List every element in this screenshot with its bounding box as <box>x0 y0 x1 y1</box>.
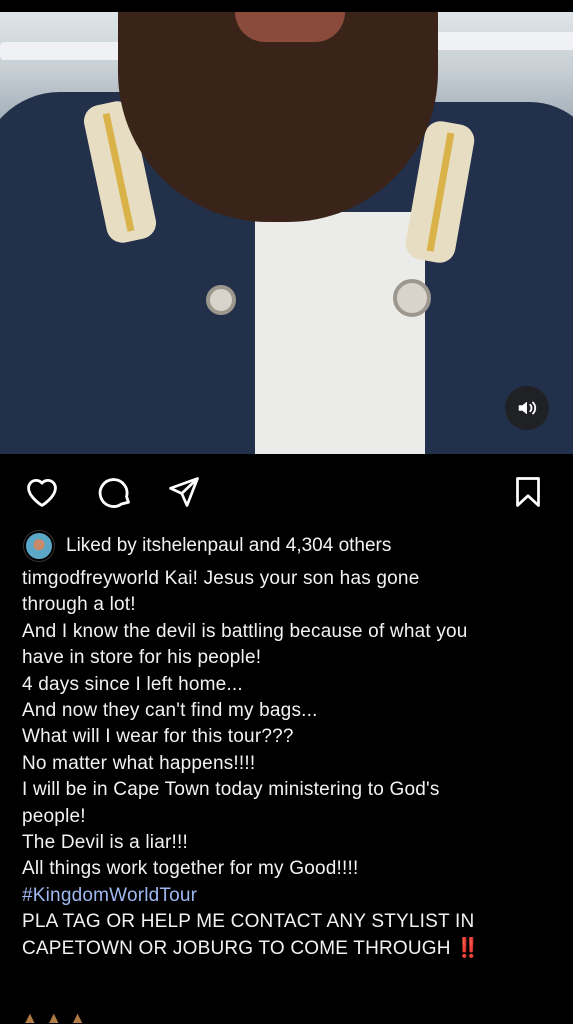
caption-line: PLA TAG OR HELP ME CONTACT ANY STYLIST I… <box>22 911 475 933</box>
sound-toggle-button[interactable] <box>505 386 549 430</box>
likes-prefix: Liked by <box>66 535 137 556</box>
bookmark-icon <box>516 477 540 507</box>
liker-username[interactable]: itshelenpaul <box>142 535 243 556</box>
likes-conjunction: and <box>248 535 281 556</box>
caption-line: through a lot! <box>22 594 136 616</box>
caption-line: people! <box>22 805 86 827</box>
double-exclamation-icon: ‼️ <box>456 937 481 959</box>
caption-text: Kai! Jesus your son has gone <box>164 568 420 589</box>
caption-text: CAPETOWN OR JOBURG TO COME THROUGH <box>22 937 451 959</box>
caption-line: What will I wear for this tour??? <box>22 726 294 748</box>
folded-hands-emoji: ▲▲▲ <box>22 1010 94 1024</box>
post-caption: timgodfreyworld Kai! Jesus your son has … <box>22 566 562 962</box>
save-button[interactable] <box>508 472 548 512</box>
caption-line: timgodfreyworld Kai! Jesus your son has … <box>22 566 562 592</box>
likes-summary[interactable]: Liked by itshelenpaul and 4,304 others <box>23 528 391 564</box>
likes-count[interactable]: 4,304 others <box>286 535 392 556</box>
like-button[interactable] <box>22 472 62 512</box>
shirt <box>255 212 425 454</box>
caption-line: I will be in Cape Town today ministering… <box>22 779 440 801</box>
caption-username[interactable]: timgodfreyworld <box>22 568 159 589</box>
post-video[interactable] <box>0 12 573 454</box>
caption-line: No matter what happens!!!! <box>22 752 256 774</box>
comment-button[interactable] <box>95 472 135 512</box>
caption-line: The Devil is a liar!!! <box>22 832 188 854</box>
caption-line: 4 days since I left home... <box>22 673 243 695</box>
liker-avatar[interactable] <box>23 530 55 562</box>
caption-line: CAPETOWN OR JOBURG TO COME THROUGH ‼️ <box>22 936 562 962</box>
send-icon <box>169 477 199 507</box>
hashtag-link[interactable]: #KingdomWorldTour <box>22 883 562 909</box>
caption-line: And now they can't find my bags... <box>22 700 318 722</box>
jacket-snap <box>206 285 236 315</box>
heart-icon <box>27 478 57 507</box>
caption-line: All things work together for my Good!!!! <box>22 858 359 880</box>
mouth <box>235 12 345 42</box>
caption-line: have in store for his people! <box>22 647 262 669</box>
jacket-snap <box>393 279 431 317</box>
comment-icon <box>98 478 130 508</box>
ceiling-light <box>420 32 573 50</box>
caption-line: And I know the devil is battling because… <box>22 620 468 642</box>
post-action-bar <box>0 466 573 514</box>
likes-text[interactable]: Liked by itshelenpaul and 4,304 others <box>66 535 391 557</box>
share-button[interactable] <box>164 472 204 512</box>
speaker-icon <box>518 401 537 415</box>
